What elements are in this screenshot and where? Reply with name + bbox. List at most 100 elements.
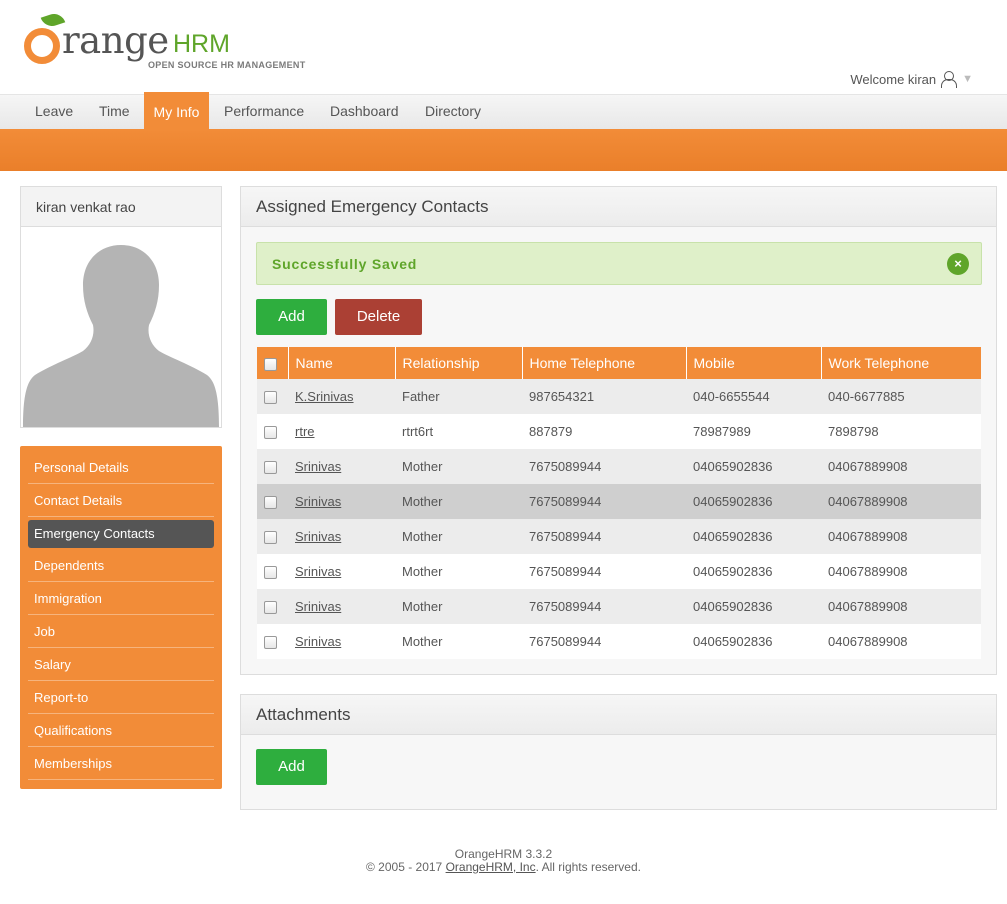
row-checkbox-cell	[257, 449, 288, 484]
row-checkbox[interactable]	[264, 461, 277, 475]
work-telephone-cell: 04067889908	[821, 624, 981, 659]
name-cell: rtre	[288, 414, 395, 449]
relationship-cell: Mother	[395, 624, 522, 659]
contact-name-link[interactable]: rtre	[295, 424, 315, 439]
sidebar-item-emergency-contacts[interactable]: Emergency Contacts	[28, 520, 214, 548]
row-checkbox-cell	[257, 624, 288, 659]
avatar-silhouette-icon	[23, 245, 219, 427]
relationship-cell: Mother	[395, 449, 522, 484]
work-telephone-cell: 040-6677885	[821, 379, 981, 414]
name-cell: K.Srinivas	[288, 379, 395, 414]
sidebar-item-dependents[interactable]: Dependents	[28, 549, 214, 582]
table-row: Srinivas Mother 7675089944 04065902836 0…	[257, 624, 981, 659]
sidebar-item-memberships[interactable]: Memberships	[28, 747, 214, 780]
mobile-cell: 04065902836	[686, 484, 821, 519]
home-telephone-cell: 987654321	[522, 379, 686, 414]
delete-contact-button[interactable]: Delete	[335, 299, 422, 335]
name-cell: Srinivas	[288, 484, 395, 519]
row-checkbox[interactable]	[264, 566, 277, 580]
relationship-cell: Father	[395, 379, 522, 414]
row-checkbox[interactable]	[264, 391, 277, 405]
orangehrm-logo[interactable]: range HRM OPEN SOURCE HR MANAGEMENT	[24, 10, 314, 74]
select-all-header	[257, 347, 289, 379]
contacts-table: Name Relationship Home Telephone Mobile …	[257, 347, 981, 659]
mobile-cell: 040-6655544	[686, 379, 821, 414]
row-checkbox[interactable]	[264, 426, 277, 440]
menu-item-directory[interactable]: Directory	[425, 95, 481, 130]
row-checkbox-cell	[257, 379, 288, 414]
home-telephone-cell: 7675089944	[522, 449, 686, 484]
sidebar-item-salary[interactable]: Salary	[28, 648, 214, 681]
mobile-cell: 04065902836	[686, 519, 821, 554]
menu-item-performance[interactable]: Performance	[224, 95, 304, 130]
menu-item-leave[interactable]: Leave	[35, 95, 73, 130]
sidebar-item-qualifications[interactable]: Qualifications	[28, 714, 214, 747]
attachments-title: Attachments	[241, 695, 996, 735]
contact-name-link[interactable]: Srinivas	[295, 529, 341, 544]
menu-item-my-info[interactable]: My Info	[144, 92, 209, 130]
sidebar-item-personal-details[interactable]: Personal Details	[28, 451, 214, 484]
home-telephone-cell: 7675089944	[522, 554, 686, 589]
work-telephone-cell: 04067889908	[821, 554, 981, 589]
menu-item-time[interactable]: Time	[99, 95, 130, 130]
add-attachment-button[interactable]: Add	[256, 749, 327, 785]
row-checkbox[interactable]	[264, 636, 277, 650]
contact-name-link[interactable]: Srinivas	[295, 564, 341, 579]
logo-word: range	[62, 19, 169, 62]
emergency-contacts-panel: Assigned Emergency Contacts Successfully…	[240, 186, 997, 675]
row-checkbox[interactable]	[264, 496, 277, 510]
table-row: Srinivas Mother 7675089944 04065902836 0…	[257, 589, 981, 624]
contact-name-link[interactable]: Srinivas	[295, 634, 341, 649]
work-telephone-cell: 04067889908	[821, 449, 981, 484]
mobile-cell: 04065902836	[686, 554, 821, 589]
work-telephone-cell: 7898798	[821, 414, 981, 449]
profile-photo[interactable]	[21, 227, 221, 427]
relationship-cell: Mother	[395, 484, 522, 519]
home-telephone-cell: 887879	[522, 414, 686, 449]
header: range HRM OPEN SOURCE HR MANAGEMENT Welc…	[0, 0, 1007, 95]
name-cell: Srinivas	[288, 554, 395, 589]
row-checkbox-cell	[257, 589, 288, 624]
table-row: K.Srinivas Father 987654321 040-6655544 …	[257, 379, 981, 414]
user-icon	[940, 71, 958, 88]
welcome-menu[interactable]: Welcome kiran ▼	[850, 71, 973, 88]
sidebar-item-immigration[interactable]: Immigration	[28, 582, 214, 615]
sidebar-item-contact-details[interactable]: Contact Details	[28, 484, 214, 517]
contact-name-link[interactable]: Srinivas	[295, 599, 341, 614]
table-row: Srinivas Mother 7675089944 04065902836 0…	[257, 519, 981, 554]
close-icon[interactable]: ×	[947, 253, 969, 275]
company-link[interactable]: OrangeHRM, Inc	[446, 860, 536, 874]
name-cell: Srinivas	[288, 589, 395, 624]
select-all-checkbox[interactable]	[264, 357, 277, 371]
contact-name-link[interactable]: Srinivas	[295, 459, 341, 474]
logo-tagline: OPEN SOURCE HR MANAGEMENT	[148, 60, 306, 70]
relationship-cell: Mother	[395, 554, 522, 589]
row-checkbox-cell	[257, 554, 288, 589]
chevron-down-icon[interactable]: ▼	[962, 73, 973, 85]
column-header-work-telephone: Work Telephone	[821, 347, 981, 379]
contact-name-link[interactable]: Srinivas	[295, 494, 341, 509]
menu-item-dashboard[interactable]: Dashboard	[330, 95, 399, 130]
sidebar-item-report-to[interactable]: Report-to	[28, 681, 214, 714]
logo-hrm: HRM	[173, 30, 230, 58]
work-telephone-cell: 04067889908	[821, 589, 981, 624]
contact-name-link[interactable]: K.Srinivas	[295, 389, 354, 404]
add-contact-button[interactable]: Add	[256, 299, 327, 335]
mobile-cell: 04065902836	[686, 624, 821, 659]
welcome-text[interactable]: Welcome kiran	[850, 72, 936, 87]
panel-title: Assigned Emergency Contacts	[241, 187, 996, 227]
home-telephone-cell: 7675089944	[522, 589, 686, 624]
row-checkbox[interactable]	[264, 601, 277, 615]
name-cell: Srinivas	[288, 519, 395, 554]
success-message-text: Successfully Saved	[272, 256, 418, 272]
row-checkbox-cell	[257, 484, 288, 519]
copyright-suffix: . All rights reserved.	[535, 860, 641, 874]
row-checkbox[interactable]	[264, 531, 277, 545]
main-menu: Leave Time My Info Performance Dashboard…	[0, 92, 1007, 130]
sidebar: Personal Details Contact Details Emergen…	[20, 446, 222, 789]
work-telephone-cell: 04067889908	[821, 519, 981, 554]
sidebar-item-job[interactable]: Job	[28, 615, 214, 648]
relationship-cell: Mother	[395, 519, 522, 554]
row-checkbox-cell	[257, 414, 288, 449]
submenu-bar	[0, 129, 1007, 171]
